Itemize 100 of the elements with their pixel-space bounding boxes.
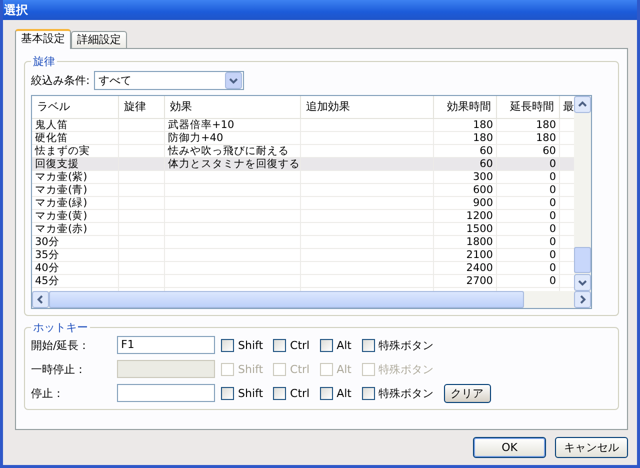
cancel-button[interactable]: キャンセル [555,437,628,458]
scroll-thumb[interactable] [574,247,591,273]
table-cell: 0 [549,158,556,170]
table-cell: 45分 [35,275,60,287]
table-cell: 回復支援 [35,158,79,170]
table-cell: 0 [549,249,556,261]
table-cell: 体力とスタミナを回復する [168,158,300,170]
checkbox-label[interactable]: 特殊ボタン [378,338,434,352]
table-row[interactable]: 35分 2100 0 [32,249,574,262]
table-cell: 硬化笛 [35,132,68,144]
group-title: ホットキー [32,320,89,335]
checkbox-label[interactable]: Shift [238,338,264,352]
table-cell: 鬼人笛 [35,119,68,131]
table-row[interactable]: マカ壷(青) 600 0 [32,184,574,197]
horizontal-scrollbar[interactable] [32,291,591,308]
scroll-left-icon[interactable] [32,291,49,308]
table-row[interactable]: 45分 2700 0 [32,275,574,288]
table-cell: 180 [536,119,556,131]
table-cell: 1800 [466,236,493,248]
vertical-scrollbar[interactable] [574,96,591,291]
table-cell: 1500 [466,223,493,235]
table-cell: マカ壷(黄) [35,210,88,222]
checkbox[interactable] [221,338,234,352]
table-cell: 0 [549,223,556,235]
filter-label: 絞込み条件: [31,72,90,88]
table-cell: 60 [480,145,493,157]
table-cell: 防御力+40 [168,132,224,144]
scroll-up-icon[interactable] [574,96,591,113]
checkbox-label[interactable]: Alt [336,338,352,352]
table-row[interactable]: 30分 1800 0 [32,236,574,249]
table-row[interactable]: マカ壷(赤) 1500 0 [32,223,574,236]
checkbox[interactable] [273,386,286,400]
table-cell: 60 [542,145,556,157]
table-row[interactable]: マカ壷(緑) 900 0 [32,197,574,210]
table-cell: 40分 [35,262,60,274]
column-header[interactable]: 効果時間 [447,100,491,113]
table-cell: 180 [472,119,493,131]
checkbox-label[interactable]: 特殊ボタン [378,386,434,400]
checkbox[interactable] [221,386,234,400]
table-cell: 600 [472,184,493,196]
column-header[interactable]: ラベル [37,100,70,113]
filter-dropdown[interactable]: すべて [94,70,244,90]
scroll-thumb[interactable] [49,291,524,308]
table-cell: 60 [480,158,493,170]
checkbox[interactable] [362,386,374,400]
checkbox[interactable] [362,338,374,352]
hotkey-field[interactable] [117,384,215,402]
tab[interactable]: 詳細設定 [71,31,127,48]
checkbox-label[interactable]: Ctrl [290,386,310,400]
table-cell: 0 [549,236,556,248]
table-cell: 怯みや吹っ飛びに耐える [168,145,289,157]
table-cell: 0 [549,210,556,222]
table-row[interactable]: マカ壷(黄) 1200 0 [32,210,574,223]
table-cell: 0 [549,184,556,196]
table-cell: 180 [536,132,556,144]
table-cell: 35分 [35,249,60,261]
checkbox-label[interactable]: Alt [336,386,352,400]
table-cell: 2400 [466,262,493,274]
table-row[interactable]: 鬼人笛 武器倍率+10 180 180 [32,119,574,132]
table-cell: 1200 [466,210,493,222]
table-cell: 0 [549,275,556,287]
checkbox[interactable] [320,338,333,352]
table-cell: 2700 [466,275,493,287]
table-cell: マカ壷(紫) [35,171,88,183]
scroll-down-icon[interactable] [574,274,591,291]
hotkey-field[interactable]: F1 [117,336,215,354]
table-cell: 0 [549,197,556,209]
table-cell: マカ壷(青) [35,184,88,196]
table-cell: マカ壷(赤) [35,223,88,235]
checkbox[interactable] [273,338,286,352]
window-title: 選択 [4,2,28,18]
table-cell: 怯まずの実 [35,145,90,157]
scroll-right-icon[interactable] [574,291,591,308]
table-row[interactable]: マカ壷(紫) 300 0 [32,171,574,184]
table-cell: 30分 [35,236,60,248]
selected-row[interactable]: 回復支援 体力とスタミナを回復する 60 0 [32,158,574,171]
checkbox-label[interactable]: Shift [238,386,264,400]
checkbox[interactable] [320,386,333,400]
table-cell: 180 [472,132,493,144]
column-header[interactable]: 効果 [170,100,192,113]
table-cell: 0 [549,171,556,183]
tab[interactable]: 基本設定 [15,29,71,49]
table-cell: 300 [472,171,493,183]
column-header[interactable]: 延長時間 [510,100,554,113]
field-label: 開始/延長： [31,338,91,352]
group-title: 旋律 [32,54,56,69]
ok-button[interactable]: OK [473,437,546,458]
column-header[interactable]: 最 [563,100,574,113]
field-label: 一時停止： [31,362,87,376]
table-row[interactable]: 硬化笛 防御力+40 180 180 [32,132,574,145]
table-cell: 2100 [466,249,493,261]
column-header[interactable]: 旋律 [124,100,146,113]
table-cell: 0 [549,262,556,274]
column-header[interactable]: 追加効果 [306,100,350,113]
table-cell: 900 [472,197,493,209]
checkbox-label[interactable]: Ctrl [290,338,310,352]
table-row[interactable]: 40分 2400 0 [32,262,574,275]
clear-button[interactable]: クリア [444,384,490,402]
table-cell: 武器倍率+10 [168,119,234,131]
table-cell: マカ壷(緑) [35,197,88,209]
